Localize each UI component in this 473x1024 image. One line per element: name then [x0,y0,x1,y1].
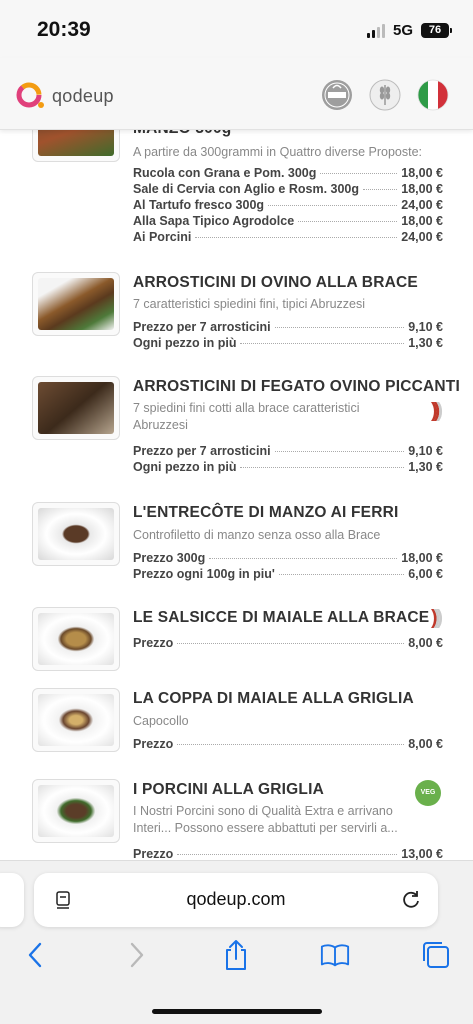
bookmarks-icon [320,944,350,967]
price-row: Prezzo 8,00 € [133,737,443,751]
dish-photo [32,502,120,566]
dish-description: 7 caratteristici spiedini fini, tipici A… [133,297,366,311]
price-row: Prezzo per 7 arrosticini 9,10 € [133,320,443,334]
battery-icon: 76 [421,23,452,38]
app-header: qodeup [0,58,473,130]
price-row: Rucola con Grana e Pom. 300g 18,00 € [133,166,443,180]
share-icon [226,940,246,970]
price-list: Prezzo 8,00 € [133,636,443,652]
qodeup-logo-icon [16,82,44,108]
dish-photo [32,779,120,843]
price-list: Prezzo 8,00 € [133,737,443,753]
price-row: Prezzo 8,00 € [133,636,443,650]
gluten-free-filter-icon[interactable] [369,79,401,111]
price-row: Prezzo 13,00 € [133,847,443,860]
dish-photo [32,130,120,162]
browser-toolbar [0,939,473,979]
dish-description: Controfiletto di manzo senza osso alla B… [133,528,381,542]
spicy-icon: ))) [431,607,443,629]
price-list: Prezzo 300g 18,00 € Prezzo ogni 100g in p… [133,551,443,583]
bookmarks-button[interactable] [320,939,350,971]
signal-icon [366,23,385,38]
price-row: Alla Sapa Tipico Agrodolce 18,00 € [133,214,443,228]
logo-text: qodeup [52,85,114,106]
price-row: Prezzo ogni 100g in piu' 6,00 € [133,567,443,581]
dish-title: ARROSTICINI DI FEGATO OVINO PICCANTI [133,378,460,395]
dish-photo [32,688,120,752]
price-row: Ogni pezzo in più 1,30 € [133,460,443,474]
price-list: Prezzo per 7 arrosticini 9,10 € Ogni pezz… [133,444,443,476]
logo[interactable]: qodeup [14,80,114,112]
back-button[interactable] [20,939,50,971]
network-type: 5G [392,22,413,39]
url-text: qodeup.com [186,889,286,909]
address-bar[interactable]: qodeup.com [34,873,438,927]
dish-description: I Nostri Porcini sono di Qualità Extra e… [133,804,398,835]
price-list: Prezzo 13,00 € [133,847,443,860]
dish-title: L'ENTRECÔTE DI MANZO AI FERRI [133,504,399,521]
price-list: Rucola con Grana e Pom. 300g 18,00 € Sale… [133,166,443,246]
menu-list: MANZO 300g A partire da 300grammi in Qua… [0,130,473,860]
status-bar: 20:39 5G 76 [0,0,473,58]
dish-description: 7 spiedini fini cotti alla brace caratte… [133,401,360,432]
browser-bottom-bar: qodeup.com [0,860,473,1024]
forward-button[interactable] [122,939,152,971]
price-row: Prezzo 300g 18,00 € [133,551,443,565]
dish-title: I PORCINI ALLA GRIGLIA [133,781,324,798]
dish-photo [32,607,120,671]
price-list: Prezzo per 7 arrosticini 9,10 € Ogni pezz… [133,320,443,352]
reload-icon[interactable] [400,889,422,911]
dish-title: MANZO 300g [133,130,231,138]
home-indicator [152,1009,322,1014]
tabs-button[interactable] [421,939,451,971]
dish-description: A partire da 300grammi in Quattro divers… [133,145,423,159]
status-indicators: 5G 76 [366,22,452,39]
price-row: Prezzo per 7 arrosticini 9,10 € [133,444,443,458]
dish-photo [32,376,120,440]
previous-tab-peek[interactable] [0,873,24,927]
spicy-icon: ))) [431,400,443,422]
tabs-icon [423,942,449,968]
vegan-filter-icon[interactable] [321,79,353,111]
dish-title: ARROSTICINI DI OVINO ALLA BRACE [133,274,418,291]
dish-title: LA COPPA DI MAIALE ALLA GRIGLIA [133,690,414,707]
vegetarian-badge-icon: VEG [415,780,441,806]
status-time: 20:39 [37,18,91,41]
price-row: Sale di Cervia con Aglio e Rosm. 300g 18,… [133,182,443,196]
back-icon [28,942,42,968]
price-row: Al Tartufo fresco 300g 24,00 € [133,198,443,212]
price-row: Ogni pezzo in più 1,30 € [133,336,443,350]
dish-description: Capocollo [133,714,189,728]
dish-title: LE SALSICCE DI MAIALE ALLA BRACE [133,609,430,626]
share-button[interactable] [221,939,251,971]
price-row: Ai Porcini 24,00 € [133,230,443,244]
forward-icon [130,942,144,968]
italian-flag-icon[interactable] [417,79,449,111]
dish-photo [32,272,120,336]
